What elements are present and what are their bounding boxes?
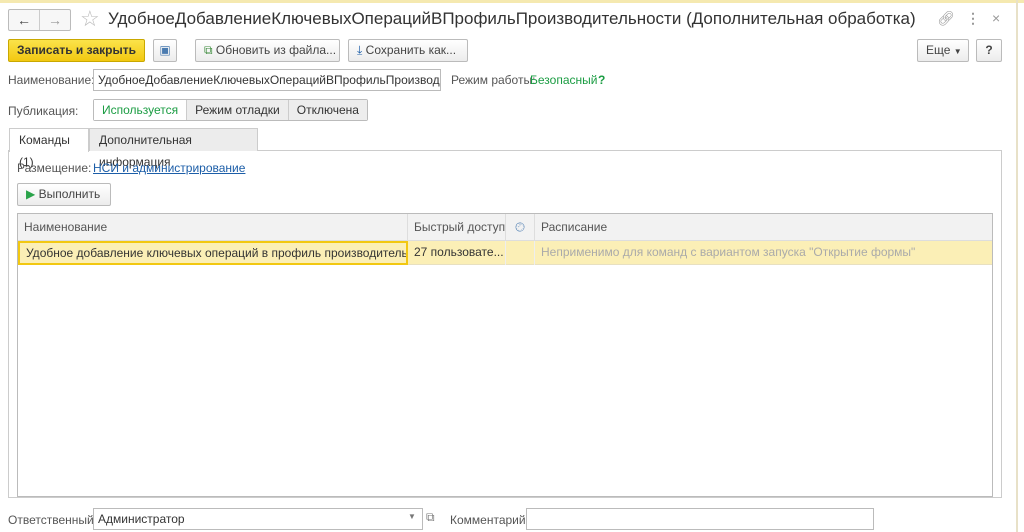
col-schedule[interactable]: Расписание — [535, 214, 992, 241]
more-vert-icon[interactable]: ⋮ — [966, 10, 980, 27]
table-row[interactable]: Удобное добавление ключевых операций в п… — [18, 241, 992, 265]
name-input[interactable]: УдобноеДобавлениеКлючевыхОперацийВПрофил… — [93, 69, 441, 91]
file-update-icon: ⧉ — [204, 43, 213, 57]
nav-buttons: ← → — [8, 9, 71, 31]
mode-value: Безопасный — [530, 73, 598, 87]
favorite-star-icon[interactable]: ☆ — [80, 6, 100, 32]
save-icon[interactable]: ▣ — [153, 39, 177, 62]
dropdown-icon[interactable]: ▼ — [408, 512, 416, 521]
more-button[interactable]: Еще ▼ — [917, 39, 969, 62]
save-close-button[interactable]: Записать и закрыть — [8, 39, 145, 62]
placement-link[interactable]: НСИ и администрирование — [93, 161, 245, 175]
cell-name[interactable]: Удобное добавление ключевых операций в п… — [18, 241, 408, 265]
link-icon[interactable]: 🔗︎ — [937, 10, 955, 27]
top-border — [0, 0, 1024, 3]
publication-switch: Используется Режим отладки Отключена — [93, 99, 368, 121]
update-from-file-label: Обновить из файла... — [215, 43, 337, 57]
save-as-label: Сохранить как... — [365, 43, 457, 57]
mode-label: Режим работы: — [451, 73, 536, 87]
forward-button[interactable]: → — [39, 10, 70, 30]
publication-debug[interactable]: Режим отладки — [186, 100, 288, 120]
open-icon[interactable]: ⧉ — [426, 510, 435, 525]
tab-commands[interactable]: Команды (1) — [9, 128, 89, 169]
mode-help-link[interactable]: ? — [598, 73, 605, 87]
col-name[interactable]: Наименование — [18, 214, 408, 241]
tab-additional-info[interactable]: Дополнительная информация — [89, 128, 258, 169]
execute-label: Выполнить — [38, 187, 101, 201]
more-label: Еще — [926, 43, 951, 57]
cell-quick-access[interactable]: 27 пользовате... — [408, 241, 506, 265]
publication-label: Публикация: — [8, 104, 79, 118]
publication-disabled[interactable]: Отключена — [287, 100, 367, 120]
close-icon[interactable]: × — [992, 10, 1000, 26]
play-icon: ▶ — [26, 187, 36, 201]
name-label: Наименование: — [8, 73, 95, 87]
update-from-file-button[interactable]: ⧉ Обновить из файла... — [195, 39, 340, 62]
cell-clock[interactable] — [506, 241, 535, 265]
comment-label: Комментарий: — [450, 513, 529, 527]
download-icon: ⤓ — [357, 43, 363, 57]
help-button[interactable]: ? — [976, 39, 1002, 62]
responsible-input[interactable]: Администратор — [93, 508, 423, 530]
cell-schedule[interactable]: Неприменимо для команд с вариантом запус… — [535, 241, 992, 265]
window-title: УдобноеДобавлениеКлючевыхОперацийВПрофил… — [108, 9, 916, 28]
back-button[interactable]: ← — [9, 10, 39, 30]
right-border — [1016, 0, 1018, 532]
publication-used[interactable]: Используется — [94, 100, 187, 120]
save-as-button[interactable]: ⤓ Сохранить как... — [348, 39, 468, 62]
execute-button[interactable]: ▶ Выполнить — [17, 183, 111, 206]
col-quick-access[interactable]: Быстрый доступ — [408, 214, 506, 241]
col-schedule-clock-icon[interactable]: 🕘︎ — [506, 214, 535, 241]
placement-label: Размещение: — [17, 161, 92, 175]
commands-table: Наименование Быстрый доступ 🕘︎ Расписани… — [17, 213, 993, 497]
comment-input[interactable] — [526, 508, 874, 530]
responsible-label: Ответственный: — [8, 513, 98, 527]
chevron-down-icon: ▼ — [953, 47, 962, 56]
